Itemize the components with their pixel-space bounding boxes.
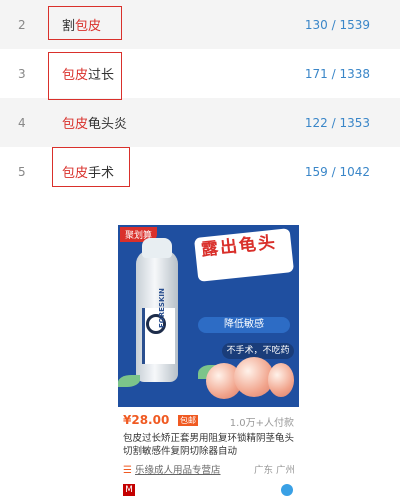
keyword-text[interactable]: 包皮龟头炎 bbox=[62, 113, 127, 132]
product-card[interactable]: 聚划算 FORESKIN 露出龟头 降低敏感 不手术，不吃药 ¥28.00 包邮… bbox=[118, 225, 299, 500]
search-count: 159 / 1042 bbox=[304, 164, 370, 179]
image-headline: 露出龟头 bbox=[193, 228, 295, 282]
shop-link[interactable]: 乐缘成人用品专营店 bbox=[135, 465, 221, 476]
ranking-row[interactable]: 4 包皮龟头炎 122 / 1353 bbox=[0, 98, 400, 147]
annotation-box bbox=[52, 147, 130, 187]
product-image[interactable]: 聚划算 FORESKIN 露出龟头 降低敏感 不手术，不吃药 bbox=[118, 225, 299, 407]
chat-icon[interactable] bbox=[281, 484, 293, 496]
sales-count: 1.0万+人付款 bbox=[229, 418, 294, 429]
image-pill: 降低敏感 bbox=[198, 317, 290, 333]
search-count: 122 / 1353 bbox=[304, 115, 370, 130]
rank-number: 5 bbox=[18, 164, 26, 179]
price: ¥28.00 bbox=[123, 413, 170, 427]
rank-number: 4 bbox=[18, 115, 26, 130]
annotation-box bbox=[48, 6, 122, 40]
bottle-graphic: FORESKIN bbox=[136, 238, 178, 382]
search-count: 130 / 1539 bbox=[304, 17, 370, 32]
free-shipping-tag: 包邮 bbox=[178, 415, 198, 426]
rank-number: 3 bbox=[18, 66, 26, 81]
search-count: 171 / 1338 bbox=[304, 66, 370, 81]
shop-row: ☰ 乐缘成人用品专营店 广东 广州 bbox=[123, 462, 295, 476]
rank-number: 2 bbox=[18, 17, 26, 32]
ring-graphic bbox=[268, 363, 294, 397]
annotation-box bbox=[48, 52, 122, 100]
shop-icon: ☰ bbox=[123, 465, 132, 476]
location: 广东 广州 bbox=[253, 465, 295, 476]
price-row: ¥28.00 包邮 1.0万+人付款 bbox=[123, 413, 294, 429]
product-title[interactable]: 包皮过长矫正套男用阻复环锁精阴茎龟头切割敏感件复阴切除器自动 bbox=[123, 432, 295, 458]
leaf-graphic bbox=[118, 375, 140, 387]
tmall-icon: M bbox=[123, 484, 135, 496]
